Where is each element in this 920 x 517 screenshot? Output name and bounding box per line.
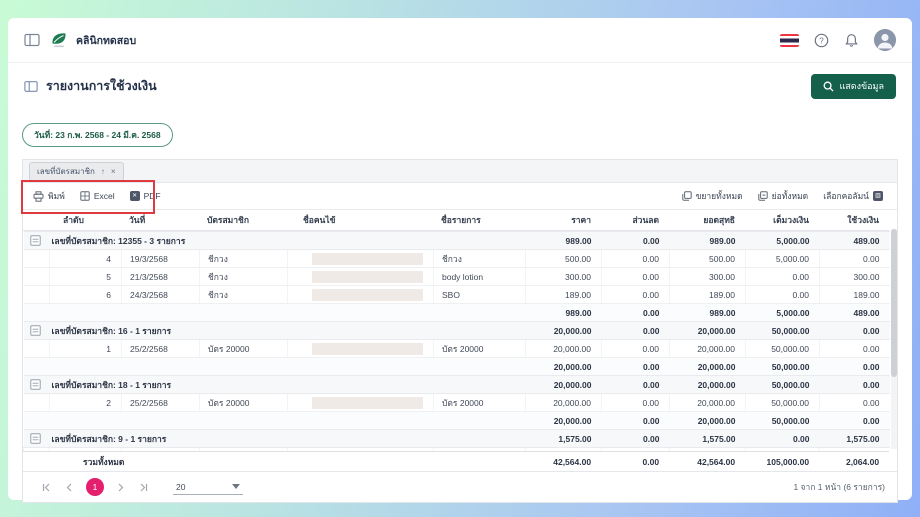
table-header: ลำดับ วันที่ บัตรสมาชิก ชื่อคนไข้ ชื่อรา…: [23, 210, 889, 231]
redacted-patient-name: [312, 342, 423, 355]
sort-asc-icon[interactable]: ↑: [101, 167, 105, 176]
group-header-row[interactable]: เลขที่บัตรสมาชิก: 18 - 1 รายการ 20,000.0…: [23, 375, 890, 394]
grand-total: รวมทั้งหมด 42,564.00 0.00 42,564.00 105,…: [23, 451, 890, 471]
current-page-indicator[interactable]: 1: [86, 478, 104, 496]
group-label: เลขที่บัตรสมาชิก: 12355 - 3 รายการ: [49, 231, 526, 250]
group-header-row[interactable]: เลขที่บัตรสมาชิก: 12355 - 3 รายการ 989.0…: [23, 231, 890, 250]
redacted-patient-name: [312, 252, 423, 265]
printer-icon: [33, 190, 44, 202]
table-row[interactable]: 6 24/3/2568 ชีกวง SBO 189.00 0.00 189.00…: [23, 285, 890, 304]
export-excel-button[interactable]: Excel: [80, 191, 115, 201]
collapse-all-icon: [757, 191, 768, 201]
collapse-all-button[interactable]: ย่อทั้งหมด: [757, 189, 808, 203]
print-button[interactable]: พิมพ์: [33, 189, 65, 203]
redacted-patient-name: [312, 288, 423, 301]
col-header-net-total[interactable]: ยอดสุทธิ: [669, 210, 745, 231]
table-row[interactable]: 2 25/2/2568 บัตร 20000 บัตร 20000 20,000…: [23, 393, 890, 412]
redacted-patient-name: [312, 270, 423, 283]
chevron-down-icon: [232, 484, 240, 489]
col-header-date[interactable]: วันที่: [121, 210, 199, 231]
last-page-button[interactable]: [139, 483, 148, 492]
help-icon[interactable]: ?: [814, 33, 829, 48]
redacted-patient-name: [312, 396, 423, 409]
app-window: คลินิกทดสอบ ? รายงานการใช้วงเงิน แสดงข้อ…: [8, 18, 912, 503]
col-header-price[interactable]: ราคา: [525, 210, 601, 231]
search-icon: [823, 81, 834, 92]
col-header-order[interactable]: ลำดับ: [49, 210, 121, 231]
group-label: เลขที่บัตรสมาชิก: 16 - 1 รายการ: [49, 321, 526, 340]
collapse-group-icon[interactable]: [29, 235, 41, 246]
data-grid: เลขที่บัตรสมาชิก ↑ × พิมพ์ Excel ✕ PDF ข…: [21, 159, 898, 503]
col-header-item-name[interactable]: ชื่อรายการ: [433, 210, 525, 231]
col-header-credit-limit[interactable]: เต็มวงเงิน: [745, 210, 819, 231]
sidebar-toggle-icon[interactable]: [24, 33, 40, 47]
table-row[interactable]: 4 19/3/2568 ชีกวง ชีกวง 500.00 0.00 500.…: [23, 249, 890, 268]
group-header-row[interactable]: เลขที่บัตรสมาชิก: 9 - 1 รายการ 1,575.00 …: [23, 429, 890, 448]
prev-page-button[interactable]: [65, 483, 74, 492]
table-body-viewport: เลขที่บัตรสมาชิก: 12355 - 3 รายการ 989.0…: [23, 231, 897, 451]
group-subtotal-row: 20,000.00 0.00 20,000.00 50,000.00 0.00: [23, 357, 890, 376]
clipped-row: [23, 447, 890, 451]
export-pdf-button[interactable]: ✕ PDF: [129, 191, 161, 201]
clinic-logo: [50, 31, 68, 49]
title-bar: รายงานการใช้วงเงิน แสดงข้อมูล: [8, 63, 912, 109]
group-label: เลขที่บัตรสมาชิก: 9 - 1 รายการ: [49, 429, 526, 448]
grid-toolbar: พิมพ์ Excel ✕ PDF ขยายทั้งหมด ย่อทั้งหมด…: [23, 183, 897, 210]
col-header-credit-used[interactable]: ใช้วงเงิน: [819, 210, 889, 231]
page-size-select[interactable]: 20: [173, 480, 243, 495]
next-page-button[interactable]: [116, 483, 125, 492]
notification-bell-icon[interactable]: [844, 33, 859, 48]
pagination-bar: 1 20 1 จาก 1 หน้า (6 รายการ): [23, 471, 897, 502]
group-subtotal-row: 989.00 0.00 989.00 5,000.00 489.00: [23, 303, 890, 322]
collapse-group-icon[interactable]: [29, 325, 41, 336]
group-header-row[interactable]: เลขที่บัตรสมาชิก: 16 - 1 รายการ 20,000.0…: [23, 321, 890, 340]
expand-all-button[interactable]: ขยายทั้งหมด: [681, 189, 743, 203]
table-row[interactable]: 1 25/2/2568 บัตร 20000 บัตร 20000 20,000…: [23, 339, 890, 358]
collapse-group-icon[interactable]: [29, 433, 41, 444]
pdf-icon: ✕: [129, 191, 140, 201]
show-data-button[interactable]: แสดงข้อมูล: [811, 73, 896, 99]
collapse-group-icon[interactable]: [29, 379, 41, 390]
date-range-chip[interactable]: วันที่: 23 ก.พ. 2568 - 24 มี.ค. 2568: [22, 123, 173, 147]
pagination-info: 1 จาก 1 หน้า (6 รายการ): [793, 482, 885, 492]
group-subtotal-row: 20,000.00 0.00 20,000.00 50,000.00 0.00: [23, 411, 890, 430]
top-bar: คลินิกทดสอบ ?: [8, 18, 912, 63]
table-row[interactable]: 5 21/3/2568 ชีกวง body lotion 300.00 0.0…: [23, 267, 890, 286]
group-chip-member-card[interactable]: เลขที่บัตรสมาชิก ↑ ×: [29, 161, 124, 181]
col-header-member-card[interactable]: บัตรสมาชิก: [199, 210, 287, 231]
first-page-button[interactable]: [42, 483, 51, 492]
expand-all-icon: [681, 191, 692, 201]
clinic-name: คลินิกทดสอบ: [76, 34, 137, 47]
svg-text:?: ?: [819, 36, 824, 45]
col-header-patient-name[interactable]: ชื่อคนไข้: [287, 210, 433, 231]
thai-flag-language-icon[interactable]: [780, 33, 799, 47]
report-icon: [24, 80, 38, 93]
remove-group-icon[interactable]: ×: [111, 167, 116, 176]
user-avatar[interactable]: [874, 29, 896, 51]
group-panel: เลขที่บัตรสมาชิก ↑ ×: [23, 160, 897, 183]
choose-columns-button[interactable]: เลือกคอลัมน์ ▥: [823, 189, 883, 203]
group-label: เลขที่บัตรสมาชิก: 18 - 1 รายการ: [49, 375, 526, 394]
excel-icon: [80, 191, 90, 201]
scrollbar-thumb[interactable]: [891, 229, 897, 377]
grand-total-label: รวมทั้งหมด: [49, 451, 526, 471]
choose-columns-icon: ▥: [873, 191, 883, 201]
col-header-discount[interactable]: ส่วนลด: [601, 210, 669, 231]
vertical-scrollbar[interactable]: [891, 229, 897, 449]
page-title: รายงานการใช้วงเงิน: [46, 79, 157, 93]
